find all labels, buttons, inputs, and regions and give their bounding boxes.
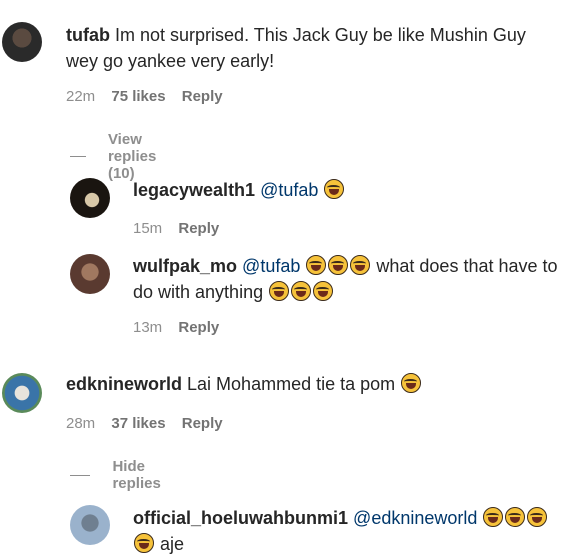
username-link[interactable]: edknineworld bbox=[66, 374, 182, 394]
comment-body: edknineworld Lai Mohammed tie ta pom bbox=[66, 371, 556, 397]
mention-link[interactable]: @tufab bbox=[242, 256, 300, 276]
reply-button[interactable]: Reply bbox=[182, 415, 223, 432]
likes-count[interactable]: 37 likes bbox=[111, 415, 165, 432]
comment-meta: 13m Reply bbox=[133, 319, 231, 336]
comment-body: legacywealth1 @tufab bbox=[133, 177, 553, 203]
avatar[interactable] bbox=[70, 178, 110, 218]
timestamp[interactable]: 13m bbox=[133, 319, 162, 336]
hide-replies-label: Hide replies bbox=[112, 458, 161, 492]
divider-line bbox=[70, 474, 91, 476]
username-link[interactable]: tufab bbox=[66, 25, 110, 45]
timestamp[interactable]: 28m bbox=[66, 415, 95, 432]
username-link[interactable]: legacywealth1 bbox=[133, 180, 255, 200]
reply-button[interactable]: Reply bbox=[178, 319, 219, 336]
comment-meta: 28m 37 likes Reply bbox=[66, 415, 235, 432]
tears-of-joy-emoji-icon bbox=[313, 281, 334, 301]
tears-of-joy-emoji-icon bbox=[134, 533, 154, 553]
username-link[interactable]: wulfpak_mo bbox=[133, 256, 237, 276]
tears-of-joy-emoji-icon bbox=[291, 281, 312, 301]
timestamp[interactable]: 22m bbox=[66, 88, 95, 105]
view-replies-label: View replies (10) bbox=[107, 131, 157, 182]
comment-body: tufab Im not surprised. This Jack Guy be… bbox=[66, 22, 556, 74]
comment-text: Lai Mohammed tie ta pom bbox=[187, 374, 396, 394]
avatar[interactable] bbox=[2, 373, 42, 413]
tears-of-joy-emoji-icon bbox=[324, 179, 345, 199]
comment-meta: 15m Reply bbox=[133, 220, 231, 237]
view-replies-button[interactable]: View replies (10) bbox=[70, 131, 170, 182]
tears-of-joy-emoji-icon bbox=[269, 281, 290, 301]
comment-text: Im not surprised. This Jack Guy be like … bbox=[66, 25, 526, 71]
tears-of-joy-emoji-icon bbox=[505, 507, 526, 527]
tears-of-joy-emoji-icon bbox=[328, 255, 349, 275]
username-link[interactable]: official_hoeluwahbunmi1 bbox=[133, 508, 348, 528]
avatar[interactable] bbox=[2, 22, 42, 62]
tears-of-joy-emoji-icon bbox=[350, 255, 371, 275]
tears-of-joy-emoji-icon bbox=[527, 507, 548, 527]
mention-link[interactable]: @edknineworld bbox=[353, 508, 477, 528]
tears-of-joy-emoji-icon bbox=[483, 507, 504, 527]
mention-link[interactable]: @tufab bbox=[260, 180, 318, 200]
comment-text: aje bbox=[160, 534, 185, 554]
divider-line bbox=[70, 156, 86, 157]
avatar[interactable] bbox=[70, 505, 110, 545]
avatar[interactable] bbox=[70, 254, 110, 294]
likes-count[interactable]: 75 likes bbox=[111, 88, 165, 105]
comment-meta: 22m 75 likes Reply bbox=[66, 88, 235, 105]
comment-body: official_hoeluwahbunmi1 @edknineworld aj… bbox=[133, 505, 558, 555]
comment-body: wulfpak_mo @tufab what does that have to… bbox=[133, 253, 558, 305]
tears-of-joy-emoji-icon bbox=[401, 373, 422, 393]
hide-replies-button[interactable]: Hide replies bbox=[70, 458, 170, 492]
tears-of-joy-emoji-icon bbox=[306, 255, 327, 275]
reply-button[interactable]: Reply bbox=[182, 88, 223, 105]
timestamp[interactable]: 15m bbox=[133, 220, 162, 237]
reply-button[interactable]: Reply bbox=[178, 220, 219, 237]
